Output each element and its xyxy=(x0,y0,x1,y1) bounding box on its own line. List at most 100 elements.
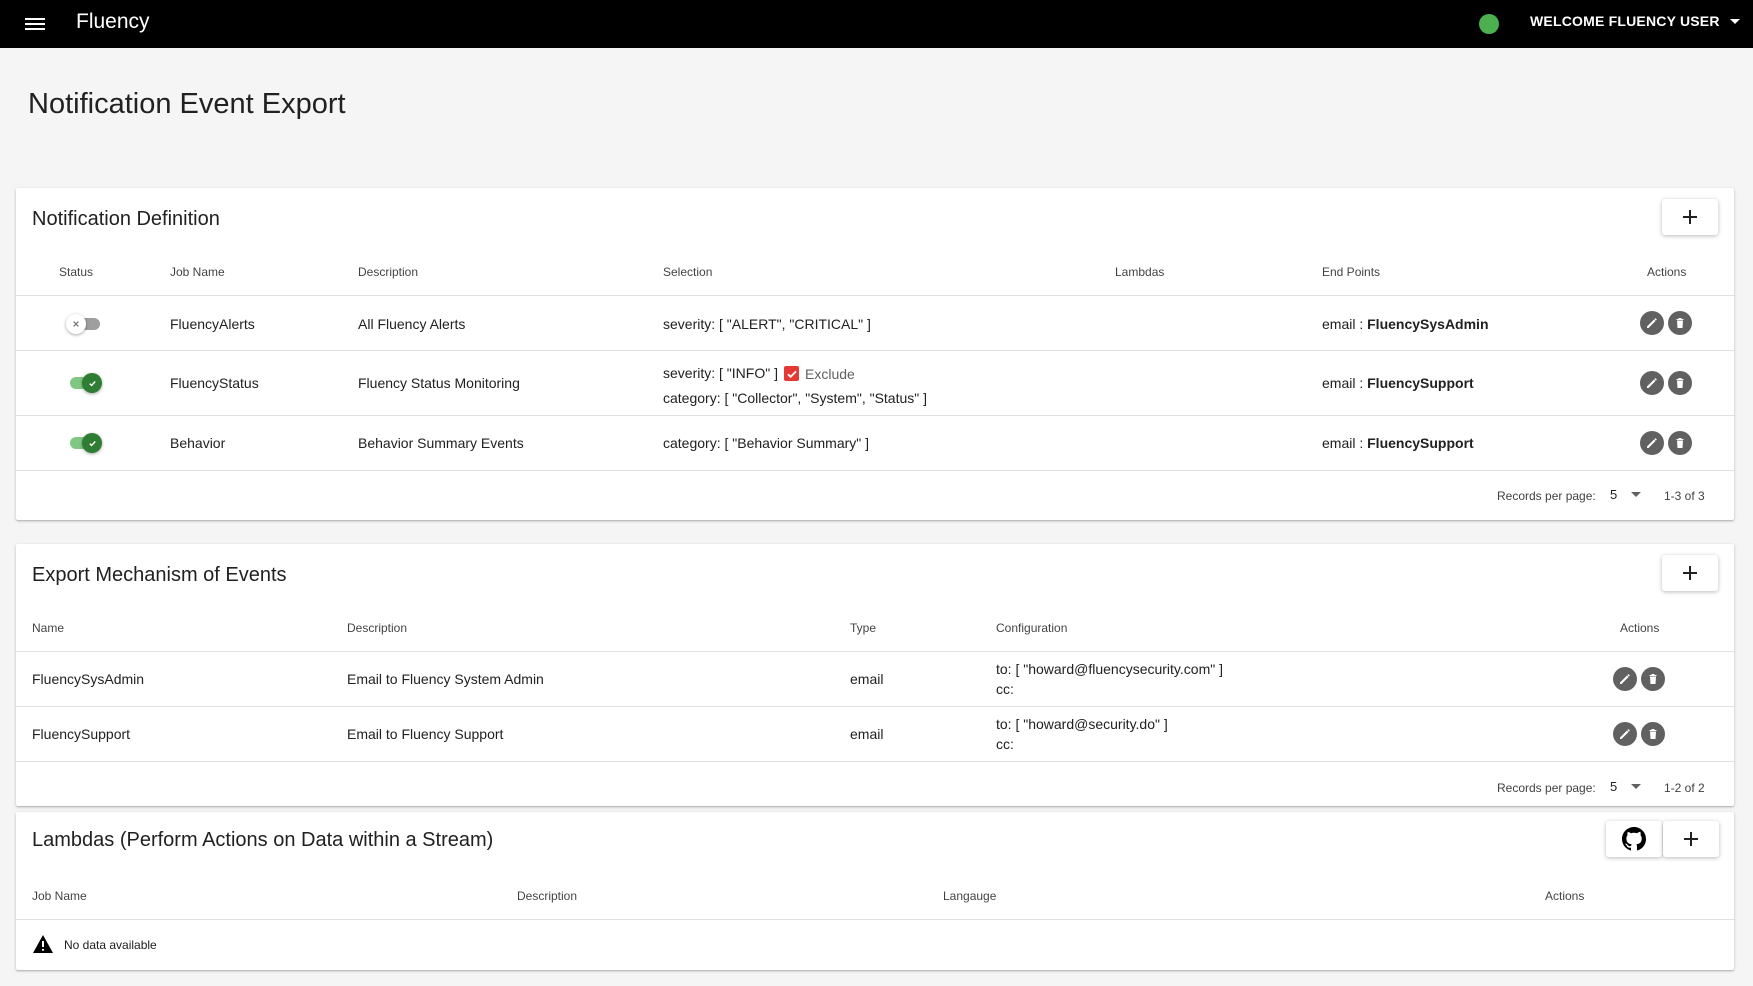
delete-button[interactable] xyxy=(1668,371,1692,395)
check-icon xyxy=(88,380,96,387)
trash-icon xyxy=(1649,674,1657,684)
column-header-selection[interactable]: Selection xyxy=(663,265,712,279)
pencil-icon xyxy=(1647,438,1657,448)
add-lambda-button[interactable] xyxy=(1663,821,1719,857)
delete-button[interactable] xyxy=(1641,722,1665,746)
end-point: email : FluencySupport xyxy=(1322,375,1474,391)
top-app-bar: Fluency WELCOME FLUENCY USER xyxy=(0,0,1753,48)
job-name: FluencyAlerts xyxy=(170,316,255,332)
records-per-page-value: 5 xyxy=(1610,779,1618,794)
row-divider xyxy=(16,761,1734,762)
selection-text: category: [ "Collector", "System", "Stat… xyxy=(663,390,928,406)
config-to: to: [ "howard@security.do" ] xyxy=(996,716,1168,732)
records-per-page-select[interactable]: 5 xyxy=(1610,779,1642,794)
end-point-type: email : xyxy=(1322,435,1368,451)
row-divider xyxy=(16,470,1734,471)
trash-icon xyxy=(1676,318,1684,328)
warning-icon xyxy=(33,935,53,953)
records-per-page-label: Records per page: xyxy=(1497,489,1596,503)
status-toggle[interactable] xyxy=(66,371,102,395)
delete-button[interactable] xyxy=(1668,311,1692,335)
column-header-type[interactable]: Type xyxy=(850,621,876,635)
edit-button[interactable] xyxy=(1640,311,1664,335)
column-header-status[interactable]: Status xyxy=(59,265,93,279)
description: Fluency Status Monitoring xyxy=(358,375,520,391)
status-toggle[interactable] xyxy=(66,431,102,455)
description: Email to Fluency Support xyxy=(347,726,504,742)
column-header-description[interactable]: Description xyxy=(517,889,577,903)
pencil-icon xyxy=(1647,318,1657,328)
job-name: Behavior xyxy=(170,435,226,451)
column-header-language[interactable]: Langauge xyxy=(943,889,996,903)
exclude-checkbox[interactable] xyxy=(784,366,799,381)
add-notification-button[interactable] xyxy=(1662,199,1718,235)
export-mechanism-card: Export Mechanism of Events Name Descript… xyxy=(16,544,1734,806)
trash-icon xyxy=(1676,378,1684,388)
pencil-icon xyxy=(1620,729,1630,739)
selection-text: severity: [ "INFO" ] xyxy=(663,365,778,381)
pencil-icon xyxy=(1647,378,1657,388)
records-per-page-select[interactable]: 5 xyxy=(1610,487,1642,502)
connection-status-indicator xyxy=(1479,14,1499,34)
records-per-page-label: Records per page: xyxy=(1497,781,1596,795)
status-toggle[interactable] xyxy=(66,312,102,336)
github-button[interactable] xyxy=(1606,821,1662,857)
page-title: Notification Event Export xyxy=(28,88,346,120)
records-per-page-value: 5 xyxy=(1610,487,1618,502)
config-to: to: [ "howard@fluencysecurity.com" ] xyxy=(996,661,1223,677)
description: All Fluency Alerts xyxy=(358,316,466,332)
row-divider xyxy=(16,706,1734,707)
column-header-actions: Actions xyxy=(1620,621,1660,635)
card-title: Export Mechanism of Events xyxy=(32,564,287,586)
delete-button[interactable] xyxy=(1641,667,1665,691)
column-header-actions: Actions xyxy=(1545,889,1585,903)
column-header-name[interactable]: Name xyxy=(32,621,64,635)
pagination-range: 1-3 of 3 xyxy=(1664,489,1705,503)
end-point: email : FluencySupport xyxy=(1322,435,1474,451)
description: Email to Fluency System Admin xyxy=(347,671,544,687)
export-type: email xyxy=(850,726,884,742)
pencil-icon xyxy=(1620,674,1630,684)
exclude-label[interactable]: Exclude xyxy=(805,366,855,382)
column-header-configuration[interactable]: Configuration xyxy=(996,621,1067,635)
selection-text: severity: [ "ALERT", "CRITICAL" ] xyxy=(663,316,871,332)
edit-button[interactable] xyxy=(1613,722,1637,746)
notification-definition-card: Notification Definition Status Job Name … xyxy=(16,188,1734,520)
user-menu[interactable]: WELCOME FLUENCY USER xyxy=(1530,13,1740,29)
column-header-lambdas[interactable]: Lambdas xyxy=(1115,265,1164,279)
trash-icon xyxy=(1676,438,1684,448)
end-point-type: email : xyxy=(1322,375,1368,391)
welcome-label: WELCOME FLUENCY USER xyxy=(1530,13,1720,29)
plus-icon xyxy=(1684,832,1698,846)
menu-icon[interactable] xyxy=(22,12,48,36)
column-header-job-name[interactable]: Job Name xyxy=(170,265,225,279)
edit-button[interactable] xyxy=(1613,667,1637,691)
pagination-range: 1-2 of 2 xyxy=(1664,781,1705,795)
delete-button[interactable] xyxy=(1668,431,1692,455)
lambdas-card: Lambdas (Perform Actions on Data within … xyxy=(16,812,1734,970)
column-header-job-name[interactable]: Job Name xyxy=(32,889,87,903)
empty-state-text: No data available xyxy=(64,938,157,952)
card-title: Notification Definition xyxy=(32,208,220,230)
export-name: FluencySysAdmin xyxy=(32,671,145,687)
app-brand[interactable]: Fluency xyxy=(76,10,150,34)
end-point-name: FluencySupport xyxy=(1367,375,1474,391)
edit-button[interactable] xyxy=(1640,431,1664,455)
end-point-type: email : xyxy=(1322,316,1368,332)
column-header-description[interactable]: Description xyxy=(347,621,407,635)
edit-button[interactable] xyxy=(1640,371,1664,395)
plus-icon xyxy=(1683,566,1697,580)
add-export-button[interactable] xyxy=(1662,555,1718,591)
config-cc: cc: xyxy=(996,736,1014,752)
export-type: email xyxy=(850,671,884,687)
column-header-description[interactable]: Description xyxy=(358,265,418,279)
header-divider xyxy=(16,919,1734,920)
header-divider xyxy=(16,295,1734,296)
column-header-end-points[interactable]: End Points xyxy=(1322,265,1380,279)
job-name: FluencyStatus xyxy=(170,375,259,391)
end-point-name: FluencySysAdmin xyxy=(1367,316,1489,332)
selection-text: category: [ "Behavior Summary" ] xyxy=(663,435,870,451)
column-header-actions: Actions xyxy=(1647,265,1687,279)
description: Behavior Summary Events xyxy=(358,435,524,451)
row-divider xyxy=(16,415,1734,416)
